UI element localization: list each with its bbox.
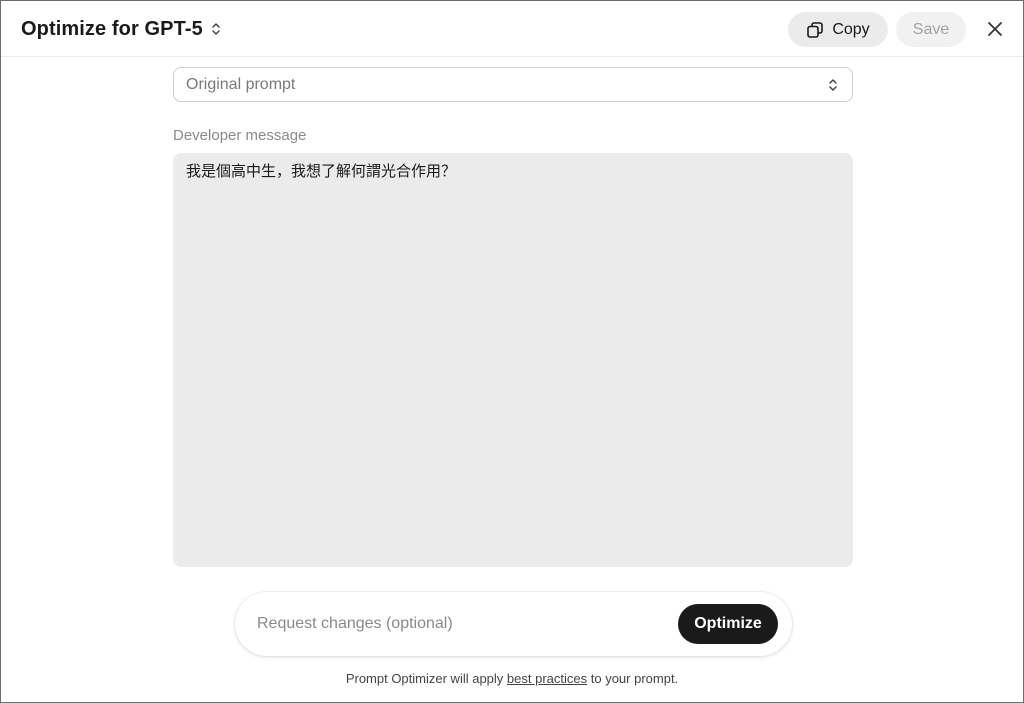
chevron-up-down-icon bbox=[212, 23, 220, 35]
request-changes-input[interactable] bbox=[257, 615, 678, 633]
prompt-select-value: Original prompt bbox=[186, 75, 296, 93]
model-selector[interactable]: Optimize for GPT-5 bbox=[21, 15, 223, 43]
dialog-title: Optimize for GPT-5 bbox=[21, 17, 203, 40]
close-icon bbox=[988, 22, 1002, 36]
footer-prefix: Prompt Optimizer will apply bbox=[345, 671, 507, 686]
optimizer-dialog: Optimize for GPT-5 Copy Save Original pr… bbox=[0, 0, 1024, 703]
copy-icon bbox=[807, 21, 824, 38]
copy-button[interactable]: Copy bbox=[788, 12, 888, 47]
chevron-up-down-icon bbox=[829, 78, 837, 91]
best-practices-link[interactable]: best practices bbox=[507, 671, 587, 686]
dialog-header: Optimize for GPT-5 Copy Save bbox=[1, 1, 1023, 57]
footer-suffix: to your prompt. bbox=[587, 671, 679, 686]
request-bar: Optimize bbox=[235, 592, 792, 656]
copy-button-label: Copy bbox=[832, 20, 870, 38]
optimize-button[interactable]: Optimize bbox=[678, 604, 778, 644]
save-button[interactable]: Save bbox=[896, 12, 966, 47]
close-button[interactable] bbox=[981, 15, 1009, 43]
developer-message-label: Developer message bbox=[173, 127, 307, 144]
developer-message-textarea[interactable]: 我是個高中生，我想了解何謂光合作用？ bbox=[173, 153, 853, 567]
prompt-select[interactable]: Original prompt bbox=[173, 67, 853, 102]
footer-note: Prompt Optimizer will apply best practic… bbox=[1, 671, 1023, 686]
